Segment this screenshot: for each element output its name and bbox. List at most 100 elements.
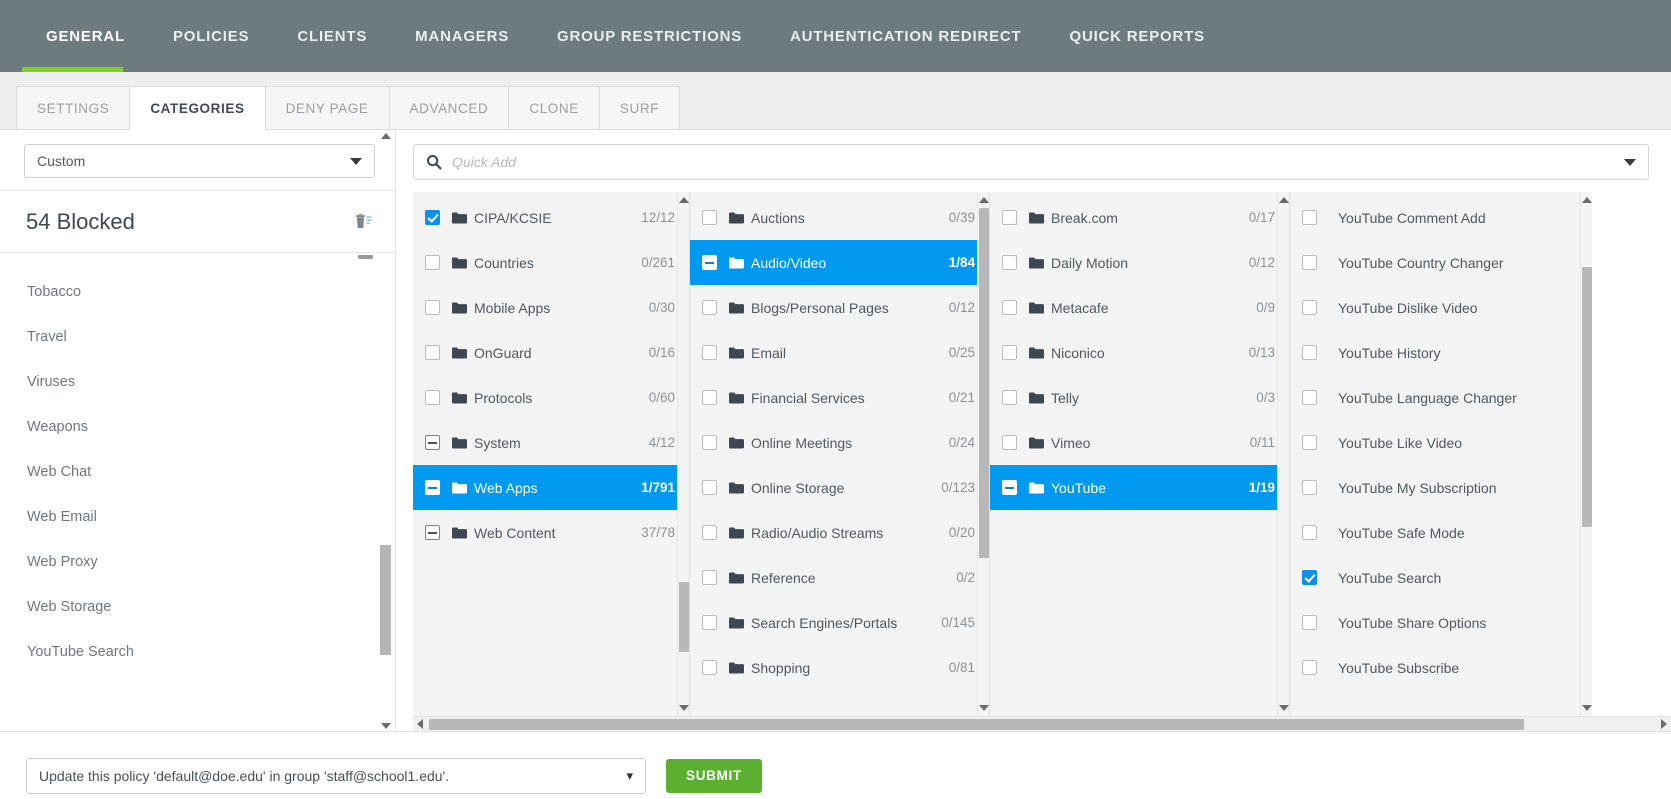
nav-item-clients[interactable]: CLIENTS (273, 0, 391, 72)
scroll-down-arrow-icon[interactable] (1581, 702, 1592, 714)
scrollbar-thumb[interactable] (1582, 267, 1592, 527)
table-row[interactable]: Mobile Apps 0/30 (413, 285, 689, 330)
table-row[interactable]: Break.com 0/17 (990, 195, 1289, 240)
row-checkbox[interactable] (1302, 660, 1317, 675)
table-row[interactable]: CIPA/KCSIE 12/12 (413, 195, 689, 240)
column-scrollbar[interactable] (1580, 192, 1592, 716)
row-checkbox[interactable] (702, 435, 717, 450)
horizontal-scrollbar[interactable] (413, 716, 1671, 731)
table-row[interactable]: Audio/Video 1/84 (690, 240, 989, 285)
trash-icon[interactable] (353, 212, 373, 232)
nav-item-managers[interactable]: MANAGERS (391, 0, 533, 72)
table-row[interactable]: YouTube Safe Mode (1290, 510, 1592, 555)
table-row[interactable]: Blogs/Personal Pages 0/12 (690, 285, 989, 330)
tab-surf[interactable]: SURF (599, 86, 680, 129)
row-checkbox[interactable] (702, 480, 717, 495)
table-row[interactable]: Niconico 0/13 (990, 330, 1289, 375)
table-row[interactable]: Online Meetings 0/24 (690, 420, 989, 465)
quick-add-field[interactable] (413, 144, 1649, 180)
table-row[interactable]: Auctions 0/39 (690, 195, 989, 240)
row-checkbox[interactable] (1302, 345, 1317, 360)
row-checkbox[interactable] (425, 255, 440, 270)
table-row[interactable]: YouTube History (1290, 330, 1592, 375)
tab-settings[interactable]: SETTINGS (16, 86, 129, 129)
scrollbar-thumb[interactable] (429, 719, 1524, 730)
row-checkbox[interactable] (1002, 435, 1017, 450)
table-row[interactable]: YouTube Country Changer (1290, 240, 1592, 285)
table-row[interactable]: Metacafe 0/9 (990, 285, 1289, 330)
scroll-down-arrow-icon[interactable] (978, 702, 990, 714)
table-row[interactable]: Countries 0/261 (413, 240, 689, 285)
row-checkbox[interactable] (1302, 390, 1317, 405)
list-item[interactable]: Web Chat (0, 449, 395, 494)
row-checkbox[interactable] (702, 255, 717, 270)
sidebar-scrollbar[interactable] (380, 130, 391, 731)
row-checkbox[interactable] (425, 525, 440, 540)
table-row[interactable]: YouTube Dislike Video (1290, 285, 1592, 330)
scrollbar-thumb[interactable] (380, 545, 391, 655)
table-row[interactable]: Radio/Audio Streams 0/20 (690, 510, 989, 555)
row-checkbox[interactable] (1002, 300, 1017, 315)
scroll-up-arrow-icon[interactable] (380, 130, 391, 141)
nav-item-quick-reports[interactable]: QUICK REPORTS (1045, 0, 1228, 72)
row-checkbox[interactable] (1302, 615, 1317, 630)
table-row[interactable]: Web Content 37/78 (413, 510, 689, 555)
table-row[interactable]: YouTube Subscribe (1290, 645, 1592, 690)
table-row[interactable]: YouTube Comment Add (1290, 195, 1592, 240)
row-checkbox[interactable] (425, 435, 440, 450)
row-checkbox[interactable] (1302, 525, 1317, 540)
row-checkbox[interactable] (1002, 390, 1017, 405)
table-row[interactable]: YouTube Search (1290, 555, 1592, 600)
scroll-up-arrow-icon[interactable] (1278, 194, 1290, 206)
table-row[interactable]: YouTube Like Video (1290, 420, 1592, 465)
tab-clone[interactable]: CLONE (508, 86, 599, 129)
list-item[interactable]: Tobacco (0, 269, 395, 314)
table-row[interactable]: Telly 0/3 (990, 375, 1289, 420)
row-checkbox[interactable] (702, 615, 717, 630)
column-scrollbar[interactable] (677, 192, 689, 716)
list-item[interactable]: YouTube Search (0, 629, 395, 674)
scroll-up-arrow-icon[interactable] (678, 194, 690, 206)
row-checkbox[interactable] (1002, 210, 1017, 225)
row-checkbox[interactable] (702, 210, 717, 225)
row-checkbox[interactable] (1302, 570, 1317, 585)
row-checkbox[interactable] (425, 390, 440, 405)
row-checkbox[interactable] (702, 300, 717, 315)
table-row[interactable]: OnGuard 0/16 (413, 330, 689, 375)
row-checkbox[interactable] (1302, 435, 1317, 450)
nav-item-policies[interactable]: POLICIES (149, 0, 273, 72)
row-checkbox[interactable] (1002, 480, 1017, 495)
scroll-left-arrow-icon[interactable] (413, 717, 427, 732)
row-checkbox[interactable] (1302, 480, 1317, 495)
chevron-down-icon[interactable] (1624, 159, 1636, 166)
table-row[interactable]: Financial Services 0/21 (690, 375, 989, 420)
column-scrollbar[interactable] (977, 192, 989, 716)
row-checkbox[interactable] (702, 660, 717, 675)
table-row[interactable]: Email 0/25 (690, 330, 989, 375)
list-item[interactable]: Web Email (0, 494, 395, 539)
list-item[interactable]: Travel (0, 314, 395, 359)
table-row[interactable]: Web Apps 1/791 (413, 465, 689, 510)
table-row[interactable]: YouTube Share Options (1290, 600, 1592, 645)
row-checkbox[interactable] (702, 345, 717, 360)
nav-item-general[interactable]: GENERAL (22, 0, 149, 72)
row-checkbox[interactable] (425, 300, 440, 315)
table-row[interactable]: Protocols 0/60 (413, 375, 689, 420)
row-checkbox[interactable] (1302, 210, 1317, 225)
column-scrollbar[interactable] (1277, 192, 1289, 716)
table-row[interactable]: Reference 0/2 (690, 555, 989, 600)
nav-item-authentication-redirect[interactable]: AUTHENTICATION REDIRECT (766, 0, 1045, 72)
table-row[interactable]: System 4/12 (413, 420, 689, 465)
table-row[interactable]: YouTube 1/19 (990, 465, 1289, 510)
row-checkbox[interactable] (1002, 345, 1017, 360)
nav-item-group-restrictions[interactable]: GROUP RESTRICTIONS (533, 0, 766, 72)
row-checkbox[interactable] (425, 480, 440, 495)
row-checkbox[interactable] (702, 525, 717, 540)
tab-deny-page[interactable]: DENY PAGE (265, 86, 389, 129)
table-row[interactable]: YouTube Language Changer (1290, 375, 1592, 420)
row-checkbox[interactable] (425, 210, 440, 225)
scroll-down-arrow-icon[interactable] (380, 720, 391, 731)
row-checkbox[interactable] (702, 390, 717, 405)
table-row[interactable]: Shopping 0/81 (690, 645, 989, 690)
table-row[interactable]: Daily Motion 0/12 (990, 240, 1289, 285)
